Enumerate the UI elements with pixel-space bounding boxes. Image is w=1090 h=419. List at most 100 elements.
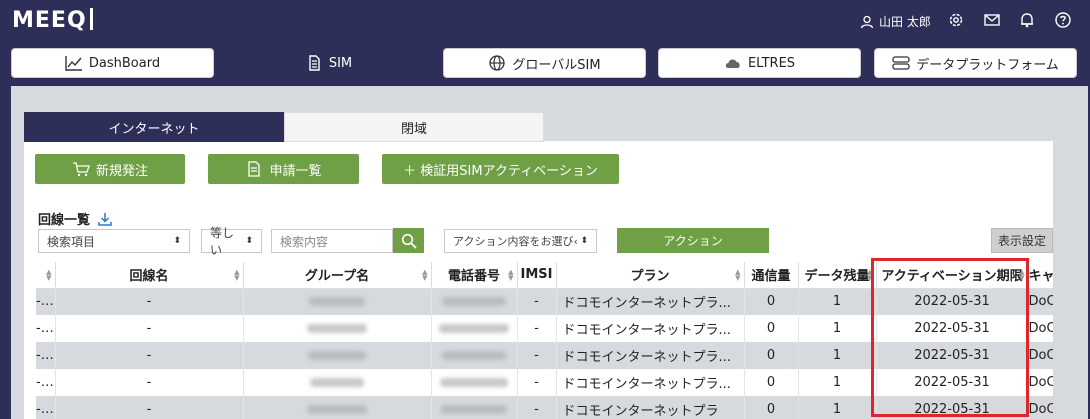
tab-closed-network[interactable]: 閉域	[284, 112, 544, 142]
group-name-cell	[243, 369, 432, 396]
table-row[interactable]: -02--ドコモインターネットプラ...012022-05-31DoC	[36, 315, 1053, 342]
nav-data-platform[interactable]: データプラットフォーム	[874, 48, 1077, 78]
search-button[interactable]	[393, 228, 424, 253]
sim-icon	[309, 55, 320, 71]
remaining-cell: 1	[798, 288, 877, 315]
sort-icon: ▲ ▼	[508, 268, 514, 282]
action-button[interactable]: アクション	[617, 228, 769, 253]
nav-label: SIM	[328, 55, 353, 71]
sort-icon: ▲ ▼	[1019, 268, 1025, 282]
traffic-cell: 0	[744, 396, 799, 419]
col-header[interactable]: ▲ ▼	[36, 262, 56, 289]
sort-icon: ▲ ▼	[234, 268, 240, 282]
applications-button[interactable]: 申請一覧	[208, 154, 359, 184]
phone-number-cell	[431, 396, 518, 419]
action-select[interactable]: アクション内容をお選び‹ ⬍	[444, 229, 597, 253]
redacted-text	[309, 297, 365, 307]
nav-global-sim[interactable]: グローバルSIM	[443, 48, 646, 78]
col-header-plan[interactable]: プラン ▲ ▼	[556, 262, 745, 289]
imsi-cell: -	[517, 369, 557, 396]
redacted-text	[439, 324, 509, 333]
activation-button[interactable]: ＋ 検証用SIMアクティベーション	[382, 154, 619, 184]
table-header: ▲ ▼ 回線名 ▲ ▼ グループ名 ▲ ▼ 電話番号 ▲ ▼ IMSI プラン ▲ ▼ 通信量 デ…	[36, 262, 1053, 289]
traffic-cell: 0	[744, 369, 799, 396]
tab-internet[interactable]: インターネット	[24, 112, 284, 142]
col-header-phone[interactable]: 電話番号 ▲ ▼	[431, 262, 518, 289]
plan-cell: ドコモインターネットプラ...	[556, 288, 745, 315]
activation-expiry-cell: 2022-05-31	[876, 369, 1029, 396]
document-icon	[248, 161, 261, 177]
traffic-cell: 0	[744, 315, 799, 342]
row-id-cell: -02	[36, 288, 56, 315]
line-name-cell: -	[55, 315, 244, 342]
col-header-imsi[interactable]: IMSI	[517, 262, 557, 289]
user-name: 山田 太郎	[879, 15, 931, 29]
redacted-text	[440, 378, 508, 387]
new-order-button[interactable]: 新規発注	[35, 154, 185, 184]
operator-select[interactable]: 等しい ⬍	[201, 226, 262, 257]
sort-arrows-icon: ⬍	[173, 236, 181, 246]
activation-expiry-cell: 2022-05-31	[876, 396, 1029, 419]
user-menu[interactable]: 山田 太郎	[860, 13, 931, 30]
carrier-cell: DoC	[1028, 288, 1053, 315]
search-field-select[interactable]: 検索項目 ⬍	[38, 229, 190, 253]
sort-icon: ▲ ▼	[735, 268, 741, 282]
table-row[interactable]: -02--ドコモインターネットプラ...012022-05-31DoC	[36, 342, 1053, 369]
plan-cell: ドコモインターネットプラ	[556, 396, 745, 419]
plan-cell: ドコモインターネットプラ...	[556, 369, 745, 396]
cart-icon	[72, 162, 90, 177]
line-table: ▲ ▼ 回線名 ▲ ▼ グループ名 ▲ ▼ 電話番号 ▲ ▼ IMSI プラン ▲ ▼ 通信量 デ…	[36, 262, 1053, 419]
row-id-cell: -02	[36, 369, 56, 396]
row-id-cell: -02	[36, 396, 56, 419]
plan-cell: ドコモインターネットプラ...	[556, 342, 745, 369]
search-icon	[401, 233, 417, 249]
redacted-text	[308, 351, 366, 360]
redacted-text	[442, 351, 506, 360]
database-icon	[892, 56, 910, 70]
row-id-cell: -02	[36, 315, 56, 342]
group-name-cell	[243, 315, 432, 342]
nav-label: データプラットフォーム	[916, 57, 1059, 73]
remaining-cell: 1	[798, 315, 877, 342]
redacted-text	[310, 378, 364, 387]
col-header-group-name[interactable]: グループ名 ▲ ▼	[243, 262, 432, 289]
activation-expiry-cell: 2022-05-31	[876, 342, 1029, 369]
remaining-cell: 1	[798, 369, 877, 396]
gear-icon[interactable]	[947, 11, 965, 29]
imsi-cell: -	[517, 396, 557, 419]
line-name-cell: -	[55, 369, 244, 396]
col-header-line-name[interactable]: 回線名 ▲ ▼	[55, 262, 244, 289]
table-row[interactable]: -02--ドコモインターネットプラ012022-05-31DoC	[36, 396, 1053, 419]
table-row[interactable]: -02--ドコモインターネットプラ...012022-05-31DoC	[36, 288, 1053, 315]
phone-number-cell	[431, 315, 518, 342]
col-header-traffic[interactable]: 通信量	[744, 262, 799, 289]
carrier-cell: DoC	[1028, 396, 1053, 419]
col-header-activation-expiry[interactable]: アクティベーション期限 ▲ ▼	[876, 262, 1029, 289]
col-header-carrier[interactable]: キャ	[1028, 262, 1053, 289]
download-icon[interactable]	[98, 212, 112, 226]
redacted-text	[442, 297, 506, 307]
nav-eltres[interactable]: ELTRES	[658, 48, 861, 78]
nav-sim[interactable]: SIM	[227, 48, 430, 78]
imsi-cell: -	[517, 288, 557, 315]
chart-icon	[65, 56, 82, 71]
line-name-cell: -	[55, 396, 244, 419]
activation-expiry-cell: 2022-05-31	[876, 288, 1029, 315]
bell-icon[interactable]	[1018, 11, 1036, 29]
traffic-cell: 0	[744, 288, 799, 315]
redacted-text	[307, 324, 367, 333]
search-input[interactable]: 検索内容	[271, 229, 393, 253]
carrier-cell: DoC	[1028, 369, 1053, 396]
remaining-cell: 1	[798, 396, 877, 419]
phone-number-cell	[431, 369, 518, 396]
col-header-remaining[interactable]: データ残量 ▲ ▼	[798, 262, 877, 289]
phone-number-cell	[431, 288, 518, 315]
new-order-label: 新規発注	[95, 163, 148, 179]
table-row[interactable]: -02--ドコモインターネットプラ...012022-05-31DoC	[36, 369, 1053, 396]
nav-label: DashBoard	[88, 55, 161, 71]
nav-dashboard[interactable]: DashBoard	[11, 48, 214, 78]
display-settings-button[interactable]: 表示設定	[991, 228, 1053, 253]
mail-icon[interactable]	[983, 11, 1001, 29]
logo[interactable]: MEEQ	[12, 8, 93, 33]
help-icon[interactable]	[1054, 11, 1072, 29]
